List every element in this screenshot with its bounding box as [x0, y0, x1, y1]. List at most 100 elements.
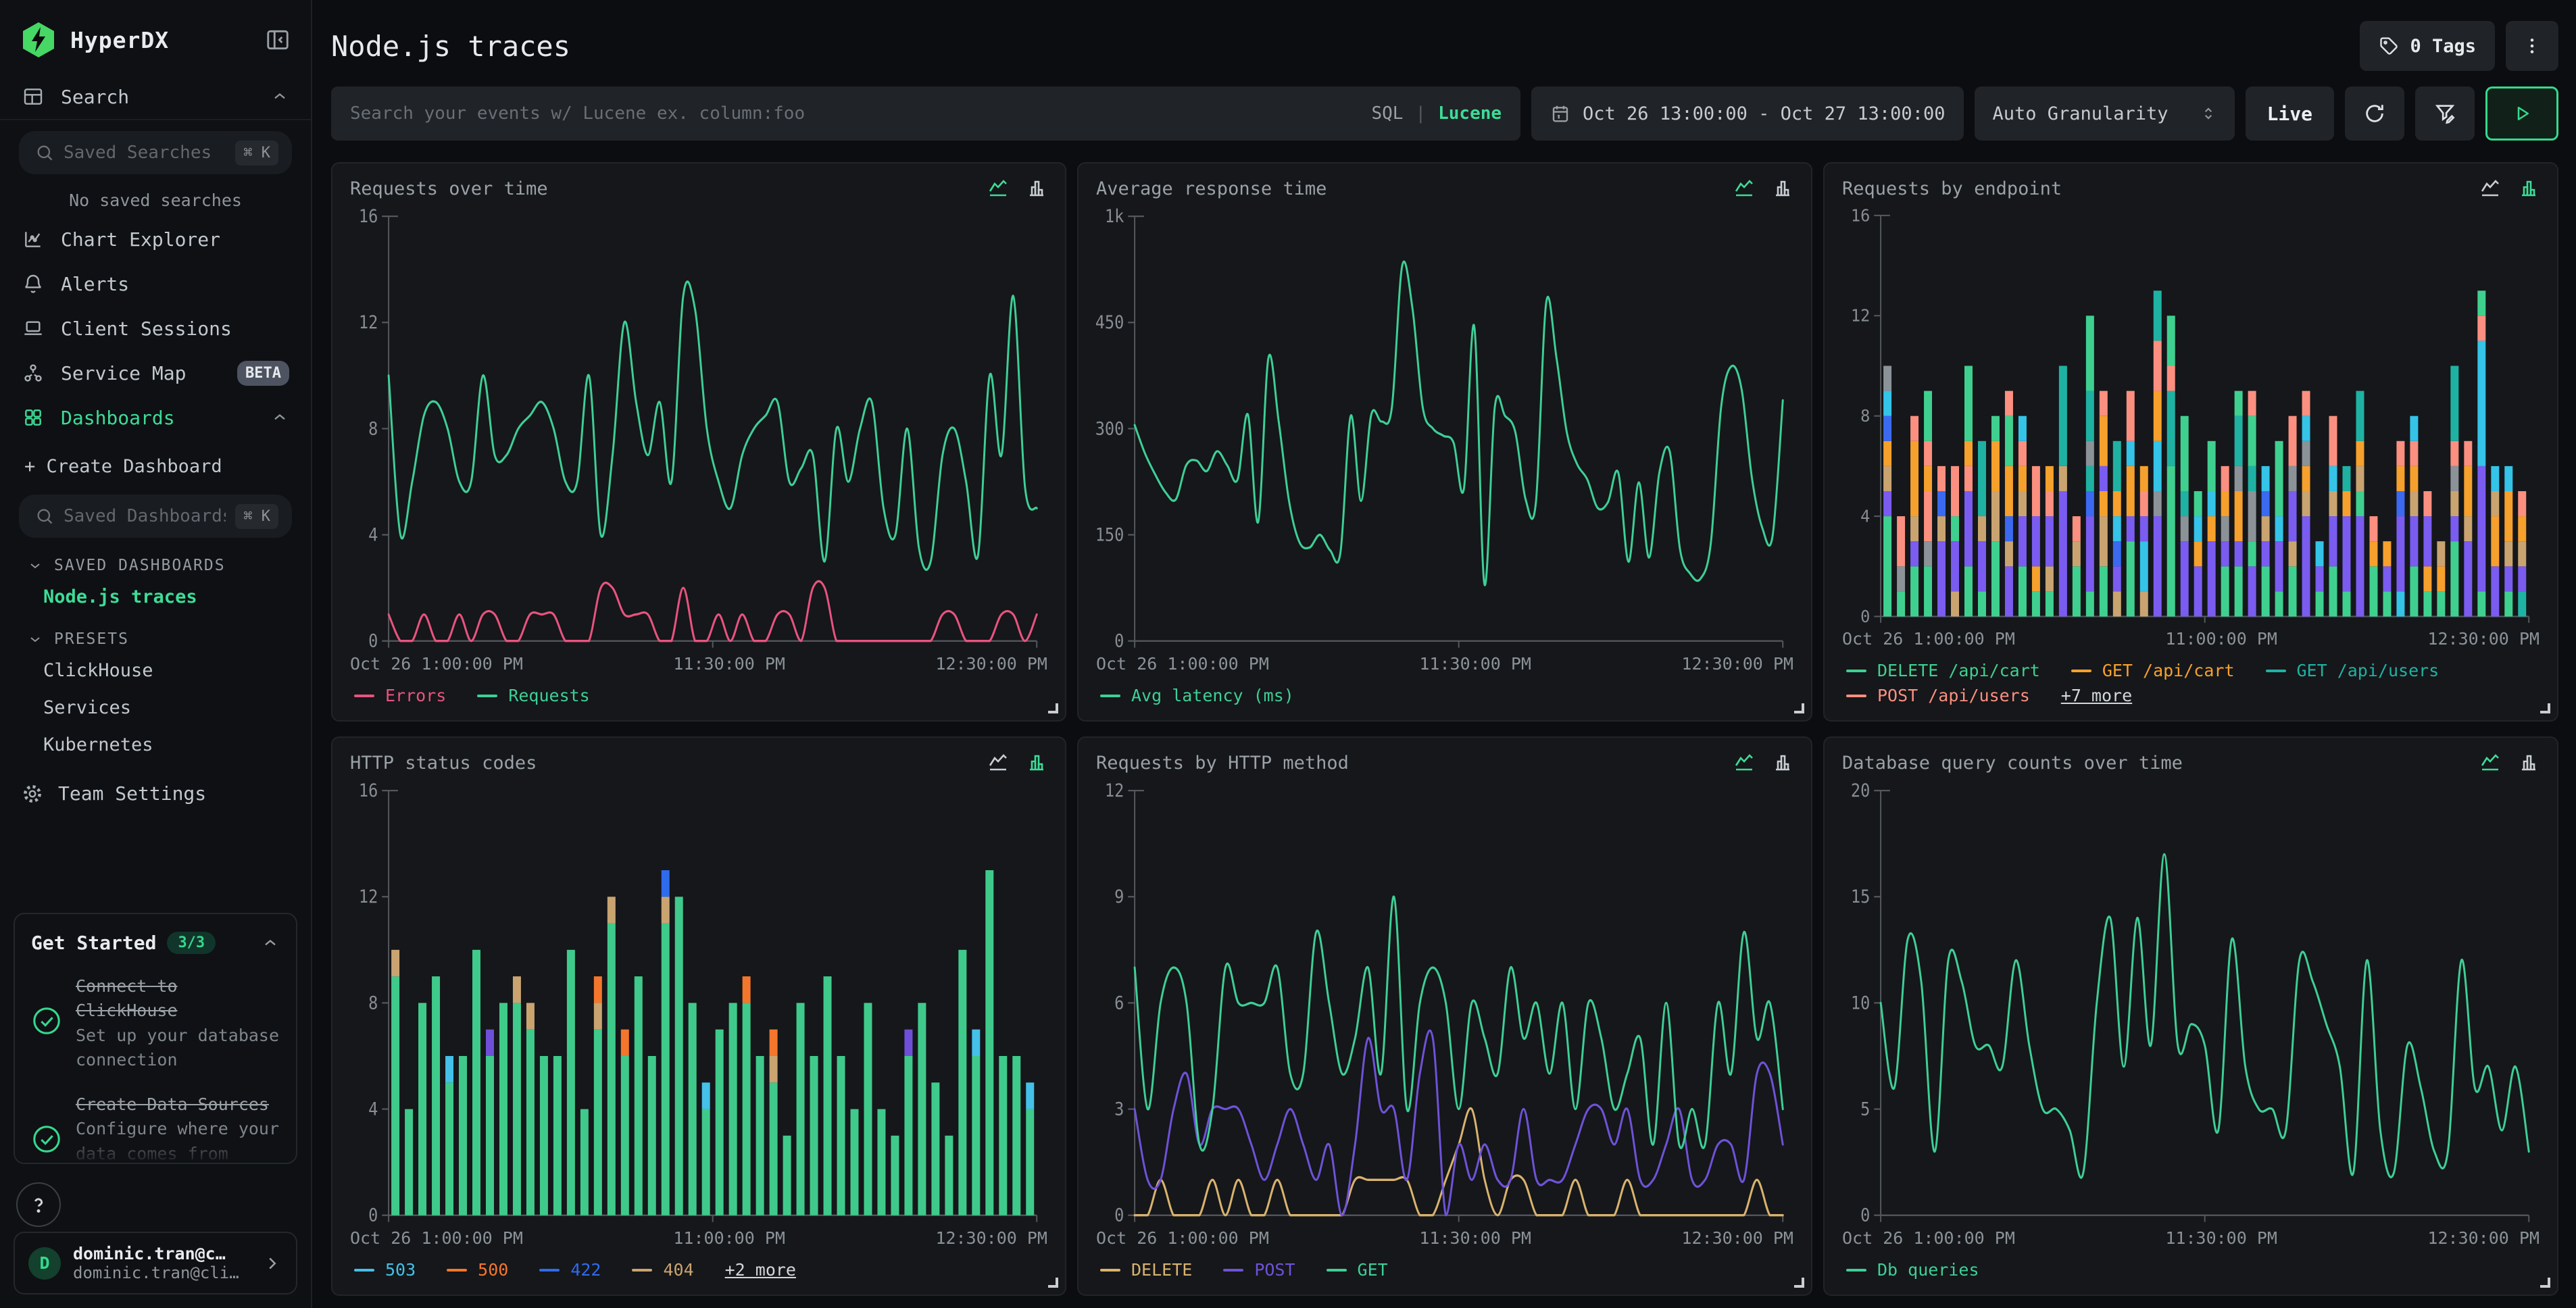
legend-item[interactable]: DELETE: [1100, 1260, 1192, 1280]
saved-searches-field[interactable]: [64, 143, 226, 163]
help-button[interactable]: [16, 1182, 61, 1227]
sidebar-item-nodejs-traces[interactable]: Node.js traces: [0, 578, 311, 615]
sidebar-item-label: Dashboards: [61, 407, 175, 429]
sidebar-item-team-settings[interactable]: Team Settings: [0, 763, 311, 824]
panel-resize-handle[interactable]: [1794, 703, 1804, 713]
chart-plot-area[interactable]: 01503004501k: [1096, 201, 1793, 650]
legend-item[interactable]: 422: [539, 1260, 601, 1280]
run-query-button[interactable]: [2485, 86, 2558, 141]
line-chart-toggle-icon[interactable]: [1733, 751, 1756, 774]
sidebar-item-chart-explorer[interactable]: Chart Explorer: [0, 217, 311, 261]
saved-searches-input[interactable]: ⌘ K: [19, 131, 292, 174]
svg-text:20: 20: [1851, 780, 1870, 801]
sidebar: HyperDX Search ⌘ K No saved searches: [0, 0, 312, 1308]
kebab-icon: [2521, 35, 2543, 57]
legend-more-link[interactable]: +2 more: [725, 1260, 796, 1280]
user-menu[interactable]: D dominic.tran@c… dominic.tran@cli…: [14, 1232, 297, 1294]
sql-toggle[interactable]: SQL: [1371, 103, 1403, 124]
legend-item[interactable]: Avg latency (ms): [1100, 686, 1294, 705]
bar-chart-toggle-icon[interactable]: [1770, 751, 1793, 774]
legend-swatch: [632, 1269, 652, 1272]
legend-item[interactable]: Db queries: [1846, 1260, 1979, 1280]
legend-label: Avg latency (ms): [1131, 686, 1294, 705]
date-range-picker[interactable]: Oct 26 13:00:00 - Oct 27 13:00:00: [1531, 86, 1964, 141]
legend-item[interactable]: GET /api/cart: [2071, 661, 2235, 680]
get-started-item-connect[interactable]: Connect to ClickHouse Set up your databa…: [31, 974, 280, 1072]
event-search-box[interactable]: SQL | Lucene: [331, 86, 1520, 141]
bar-chart-toggle-icon[interactable]: [2517, 177, 2540, 200]
line-chart-toggle-icon[interactable]: [2479, 751, 2502, 774]
granularity-select[interactable]: Auto Granularity: [1975, 86, 2234, 141]
legend-more-link[interactable]: +7 more: [2061, 686, 2132, 705]
panel-resize-handle[interactable]: [2540, 703, 2550, 713]
panel-resize-handle[interactable]: [1048, 1278, 1058, 1288]
svg-text:450: 450: [1096, 312, 1124, 333]
legend-item[interactable]: POST /api/users: [1846, 686, 2030, 705]
legend-item[interactable]: Requests: [477, 686, 589, 705]
saved-dashboards-field[interactable]: [64, 506, 226, 526]
legend-item[interactable]: GET /api/users: [2266, 661, 2439, 680]
gear-icon: [22, 783, 43, 805]
sidebar-item-services[interactable]: Services: [0, 689, 311, 726]
legend-item[interactable]: 404: [632, 1260, 693, 1280]
svg-text:12: 12: [359, 886, 378, 907]
saved-dashboards-input[interactable]: ⌘ K: [19, 495, 292, 538]
event-search-input[interactable]: [350, 103, 1358, 124]
tags-button[interactable]: 0 Tags: [2360, 21, 2495, 71]
sidebar-collapse-icon[interactable]: [265, 27, 291, 53]
bar-chart-toggle-icon[interactable]: [1770, 177, 1793, 200]
sidebar-item-service-map[interactable]: Service Map BETA: [0, 351, 311, 395]
x-tick-label: 12:30:00 PM: [1681, 1228, 1793, 1248]
get-started-header[interactable]: Get Started 3/3: [31, 932, 280, 954]
legend-item[interactable]: DELETE /api/cart: [1846, 661, 2040, 680]
chart-plot-area[interactable]: 0481216: [350, 201, 1047, 650]
sidebar-item-dashboards[interactable]: Dashboards: [0, 395, 311, 440]
chart-plot-area[interactable]: 036912: [1096, 776, 1793, 1224]
legend-swatch: [2266, 670, 2286, 672]
legend-item[interactable]: 500: [447, 1260, 508, 1280]
x-tick-label: Oct 26 1:00:00 PM: [1842, 629, 2015, 649]
sidebar-item-label: Service Map: [61, 362, 186, 384]
filter-button[interactable]: [2415, 86, 2475, 141]
bar-chart-toggle-icon[interactable]: [1024, 177, 1047, 200]
chart-plot-area[interactable]: 0481216: [350, 776, 1047, 1224]
live-button[interactable]: Live: [2246, 86, 2334, 141]
panel-resize-handle[interactable]: [1048, 703, 1058, 713]
x-axis-labels: Oct 26 1:00:00 PM11:00:00 PM12:30:00 PM: [1842, 625, 2540, 649]
legend-item[interactable]: Errors: [354, 686, 446, 705]
legend-item[interactable]: 503: [354, 1260, 416, 1280]
sidebar-item-search[interactable]: Search: [0, 74, 311, 119]
sidebar-item-alerts[interactable]: Alerts: [0, 261, 311, 306]
panel-resize-handle[interactable]: [1794, 1278, 1804, 1288]
sidebar-item-clickhouse[interactable]: ClickHouse: [0, 652, 311, 689]
get-started-item-sources[interactable]: Create Data Sources Configure where your…: [31, 1092, 280, 1164]
group-saved-dashboards[interactable]: SAVED DASHBOARDS: [0, 542, 311, 578]
page-menu-button[interactable]: [2506, 21, 2558, 71]
svg-text:12: 12: [359, 312, 378, 333]
get-started-progress-badge: 3/3: [167, 932, 216, 954]
toggle-divider: |: [1415, 103, 1426, 124]
sidebar-item-label: Chart Explorer: [61, 228, 220, 251]
svg-text:16: 16: [359, 206, 378, 227]
chart-plot-area[interactable]: 0481216: [1842, 201, 2540, 625]
sidebar-item-client-sessions[interactable]: Client Sessions: [0, 306, 311, 351]
lucene-toggle[interactable]: Lucene: [1438, 103, 1502, 124]
refresh-button[interactable]: [2345, 86, 2404, 141]
check-circle-icon: [31, 1005, 62, 1072]
bar-chart-toggle-icon[interactable]: [2517, 751, 2540, 774]
line-chart-toggle-icon[interactable]: [1733, 177, 1756, 200]
tags-label: 0 Tags: [2410, 36, 2476, 57]
line-chart-toggle-icon[interactable]: [987, 751, 1010, 774]
bar-chart-toggle-icon[interactable]: [1024, 751, 1047, 774]
create-dashboard-button[interactable]: + Create Dashboard: [0, 440, 311, 484]
sidebar-item-kubernetes[interactable]: Kubernetes: [0, 726, 311, 763]
line-chart-toggle-icon[interactable]: [987, 177, 1010, 200]
group-presets[interactable]: PRESETS: [0, 615, 311, 652]
panel-resize-handle[interactable]: [2540, 1278, 2550, 1288]
legend-item[interactable]: POST: [1223, 1260, 1295, 1280]
svg-text:150: 150: [1096, 524, 1124, 545]
legend-item[interactable]: GET: [1327, 1260, 1388, 1280]
chart-plot-area[interactable]: 05101520: [1842, 776, 2540, 1224]
line-chart-toggle-icon[interactable]: [2479, 177, 2502, 200]
chart-panel-requests-by-endpoint: Requests by endpoint0481216Oct 26 1:00:0…: [1823, 162, 2558, 722]
